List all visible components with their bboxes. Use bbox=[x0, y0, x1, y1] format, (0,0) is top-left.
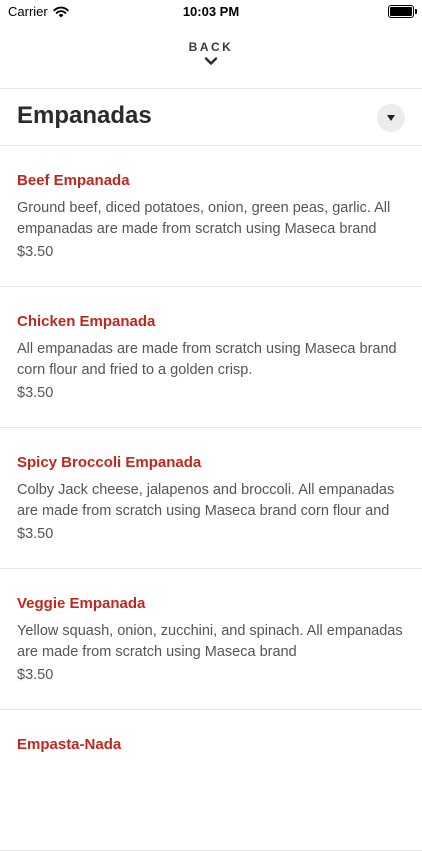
section-header: Empanadas bbox=[0, 88, 422, 146]
item-name: Beef Empanada bbox=[17, 172, 130, 189]
item-name: Veggie Empanada bbox=[17, 595, 146, 612]
item-price: $3.50 bbox=[17, 385, 54, 401]
chevron-down-icon bbox=[204, 57, 218, 65]
item-description bbox=[17, 762, 409, 804]
battery-icon bbox=[388, 5, 417, 18]
item-description: Colby Jack cheese, jalapenos and broccol… bbox=[17, 482, 395, 519]
caret-down-icon bbox=[387, 115, 395, 121]
status-time: 10:03 PM bbox=[182, 4, 240, 19]
menu-item-list: Beef Empanada Ground beef, diced potatoe… bbox=[0, 146, 422, 851]
menu-item[interactable]: Beef Empanada Ground beef, diced potatoe… bbox=[0, 146, 422, 287]
item-name: Spicy Broccoli Empanada bbox=[17, 454, 202, 471]
menu-item[interactable]: Empasta-Nada bbox=[0, 710, 422, 851]
item-description: Ground beef, diced potatoes, onion, gree… bbox=[17, 200, 391, 237]
category-dropdown-button[interactable] bbox=[377, 104, 405, 132]
item-name: Empasta-Nada bbox=[17, 736, 122, 753]
back-label: BACK bbox=[188, 40, 234, 54]
menu-item[interactable]: Veggie Empanada Yellow squash, onion, zu… bbox=[0, 569, 422, 710]
menu-item[interactable]: Chicken Empanada All empanadas are made … bbox=[0, 287, 422, 428]
item-price: $3.50 bbox=[17, 526, 54, 542]
back-button[interactable]: BACK bbox=[0, 36, 422, 76]
item-price: $3.50 bbox=[17, 667, 54, 683]
section-title: Empanadas bbox=[17, 102, 152, 129]
item-description: Yellow squash, onion, zucchini, and spin… bbox=[17, 623, 403, 660]
item-name: Chicken Empanada bbox=[17, 313, 156, 330]
status-bar: Carrier 10:03 PM bbox=[0, 0, 422, 24]
item-description: All empanadas are made from scratch usin… bbox=[17, 341, 397, 378]
item-price: $3.50 bbox=[17, 244, 54, 260]
menu-item[interactable]: Spicy Broccoli Empanada Colby Jack chees… bbox=[0, 428, 422, 569]
